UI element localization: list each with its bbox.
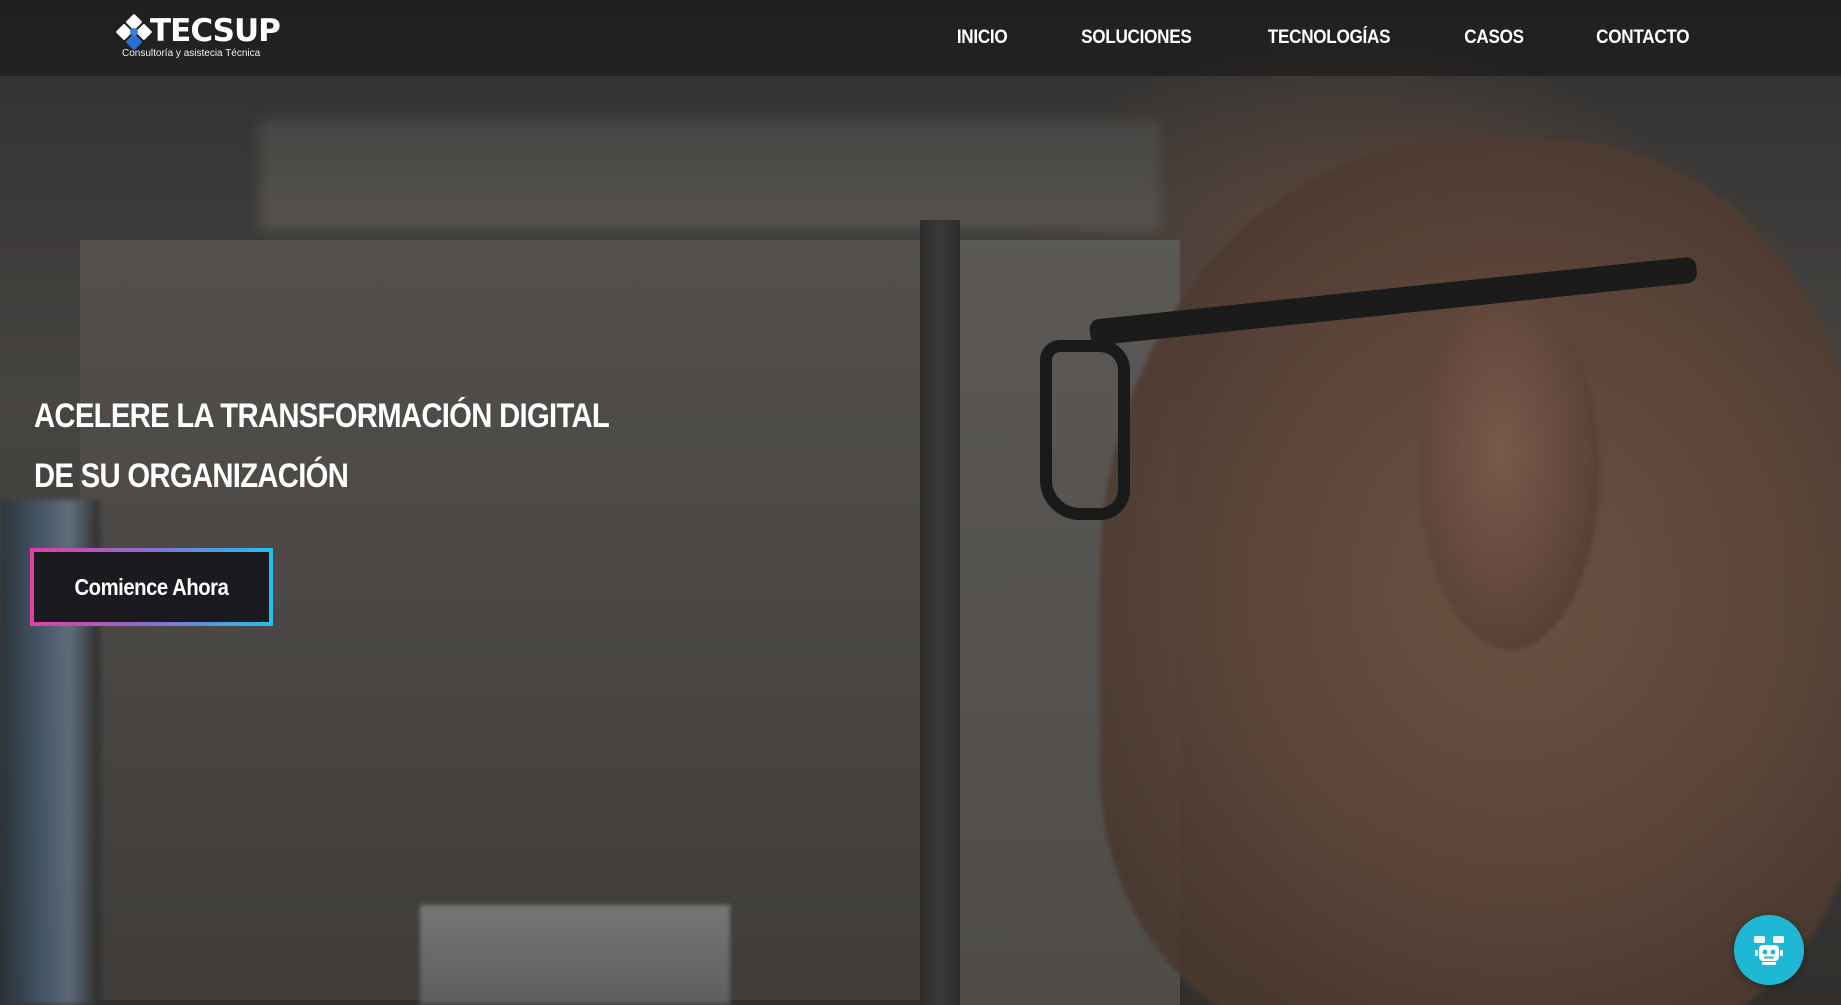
cta-gradient-border: Comience Ahora (30, 548, 273, 626)
hero-headline-line-1: ACELERE LA TRANSFORMACIÓN DIGITAL (34, 397, 610, 435)
main-nav: INICIO SOLUCIONES TECNOLOGÍAS CASOS CONT… (954, 0, 1695, 76)
brand-logo[interactable]: TECSUP Consultoría y asistecia Técnica (116, 12, 281, 64)
comience-ahora-button[interactable]: Comience Ahora (34, 552, 269, 622)
cta-label: Comience Ahora (74, 573, 229, 600)
brand-name: TECSUP (150, 13, 281, 49)
nav-item-contacto[interactable]: CONTACTO (1597, 0, 1690, 76)
hero-headline-line-2: DE SU ORGANIZACIÓN (34, 457, 349, 495)
diamond-grid-logo-icon (116, 14, 152, 50)
site-header: TECSUP Consultoría y asistecia Técnica I… (0, 0, 1841, 76)
nav-item-casos[interactable]: CASOS (1465, 0, 1525, 76)
hero-headline: ACELERE LA TRANSFORMACIÓN DIGITAL DE SU … (34, 386, 610, 506)
nav-item-tecnologias[interactable]: TECNOLOGÍAS (1268, 0, 1391, 76)
nav-item-inicio[interactable]: INICIO (957, 0, 1008, 76)
chatbot-button[interactable] (1734, 915, 1804, 985)
brand-tagline: Consultoría y asistecia Técnica (122, 48, 261, 59)
nav-item-soluciones[interactable]: SOLUCIONES (1081, 0, 1192, 76)
robot-icon (1754, 936, 1784, 965)
